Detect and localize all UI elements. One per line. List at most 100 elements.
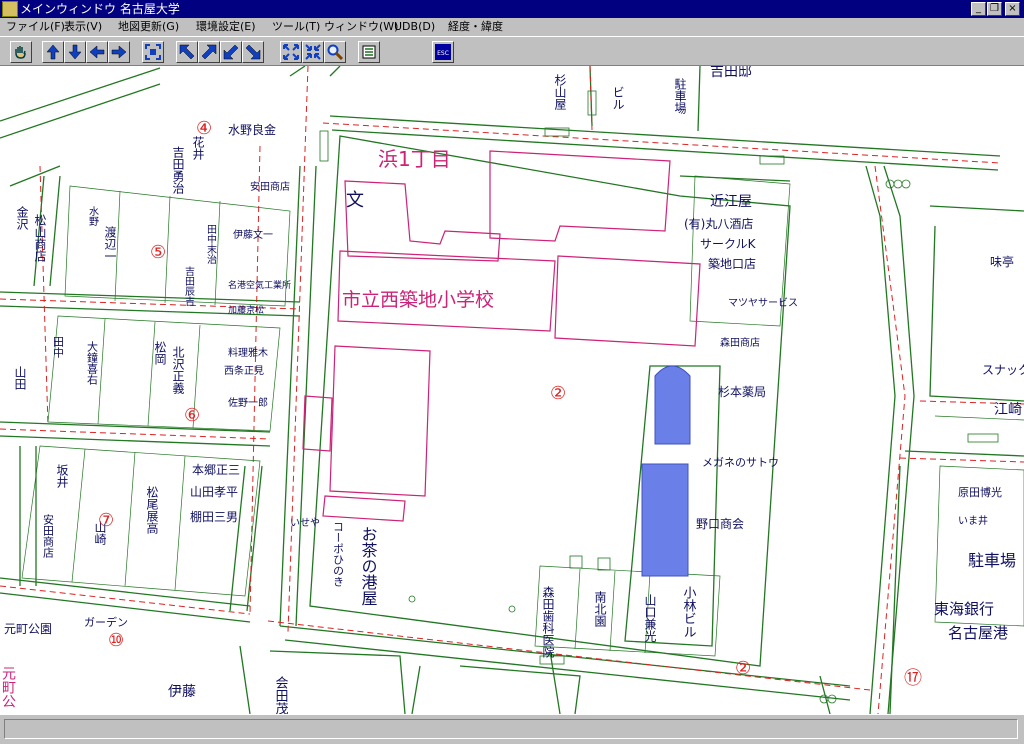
map-label: 会田茂樹 (273, 676, 289, 714)
roads (0, 66, 1024, 714)
map-label: 江崎 (994, 402, 1022, 418)
minimize-button[interactable]: _ (971, 2, 986, 16)
scroll-left-button[interactable] (86, 41, 108, 63)
scroll-right-button[interactable] (108, 41, 130, 63)
menu-bar: ファイル(F) 表示(V) 地図更新(G) 環境設定(E) ツール(T) ウィン… (0, 18, 1024, 36)
app-icon[interactable] (2, 1, 18, 17)
map-label: 味亭 (990, 254, 1014, 269)
map-label: 松山商店 (33, 214, 47, 262)
menu-latlon[interactable]: 経度・緯度 (448, 18, 503, 36)
map-label: 佐野一郎 (228, 396, 268, 409)
map-label: (有)丸八酒店 (684, 217, 753, 231)
arrow-down-icon (68, 44, 82, 60)
arrow-left-icon (89, 45, 105, 59)
magnifier-button[interactable] (324, 41, 346, 63)
map-label: 坂井 (55, 464, 69, 489)
menu-view[interactable]: 表示(V) (64, 18, 102, 36)
arrow-up-right-icon (201, 44, 217, 60)
map-label: 原田博光 (958, 485, 1002, 499)
map-label: 田中 (52, 336, 65, 358)
zoom-in-button[interactable] (280, 41, 302, 63)
map-label: 料理雅木 (228, 346, 268, 359)
map-label: 安田商店 (250, 180, 290, 193)
arrow-down-left-icon (223, 44, 239, 60)
arrow-right-icon (111, 45, 127, 59)
menu-settings[interactable]: 環境設定(E) (196, 18, 256, 36)
map-label: 杉本薬局 (718, 385, 766, 399)
status-bar (0, 714, 1024, 744)
map-label: いま井 (958, 514, 988, 527)
block-number: ⑩ (108, 630, 124, 651)
esc-icon: ESC (435, 44, 451, 60)
arrow-down-right-icon (245, 44, 261, 60)
map-label: 松尾展高 (145, 486, 159, 535)
map-label: メガネのサトウ (702, 456, 779, 469)
restore-button[interactable]: ❐ (987, 2, 1002, 16)
arrow-up-icon (46, 44, 60, 60)
map-label: 棚田三男 (190, 509, 238, 524)
hand-icon (15, 46, 26, 59)
school-symbol: 文 (346, 190, 364, 211)
block-number: ② (550, 383, 566, 404)
magnifier-icon (327, 44, 343, 60)
map-label: 森田商店 (720, 336, 760, 349)
zoom-out-button[interactable] (302, 41, 324, 63)
zoom-in-icon (283, 44, 299, 60)
menu-udb[interactable]: UDB(D) (394, 18, 435, 36)
map-label: 名港空気工業所 (228, 279, 291, 291)
fit-view-button[interactable] (142, 41, 164, 63)
map-label: お茶の港屋 (359, 526, 378, 606)
block-number: ② (735, 658, 751, 679)
map-label: 野口商会 (696, 516, 744, 531)
menu-map-update[interactable]: 地図更新(G) (118, 18, 179, 36)
map-label: 伊藤文一 (233, 228, 273, 241)
map-label: マツヤサービス (728, 297, 798, 309)
block-number: ⑰ (904, 668, 922, 689)
pan-hand-button[interactable] (10, 41, 32, 63)
scroll-up-button[interactable] (42, 41, 64, 63)
zoom-out-icon (305, 44, 321, 60)
arrow-up-left-icon (179, 44, 195, 60)
map-view[interactable]: 水野良金 安田商店 近江屋 (有)丸八酒店 サークルK 築地口店 伊藤文一 田中… (0, 66, 1024, 714)
map-label: いせや (290, 517, 320, 529)
lot-lines (21, 175, 1024, 657)
scroll-down-button[interactable] (64, 41, 86, 63)
map-label: 森田歯科医院 (541, 585, 555, 658)
scroll-down-right-button[interactable] (242, 41, 264, 63)
map-label: 本郷正三 (192, 463, 240, 477)
map-label: 山口兼光 (643, 594, 657, 642)
block-number: ⑦ (98, 510, 114, 531)
map-label: 近江屋 (710, 194, 752, 210)
layers-button[interactable] (358, 41, 380, 63)
map-label: 田中末治 (205, 224, 217, 265)
map-label: スナック (982, 363, 1024, 377)
status-panel (4, 719, 1018, 739)
map-label: 吉田勇治 (171, 146, 185, 194)
scroll-up-right-button[interactable] (198, 41, 220, 63)
close-button[interactable]: × (1005, 2, 1020, 16)
map-text-labels: 水野良金 安田商店 近江屋 (有)丸八酒店 サークルK 築地口店 伊藤文一 田中… (0, 66, 1024, 714)
map-label: 元町公園 (4, 622, 52, 636)
map-label: 東海銀行 (934, 600, 994, 618)
map-label: 築地口店 (708, 256, 756, 271)
toolbar: ESC (0, 36, 1024, 66)
map-canvas[interactable]: 水野良金 安田商店 近江屋 (有)丸八酒店 サークルK 築地口店 伊藤文一 田中… (0, 66, 1024, 714)
menu-tools[interactable]: ツール(T) (272, 18, 320, 36)
map-label: 渡辺一 (103, 225, 117, 262)
map-label: 金沢 (15, 205, 29, 231)
map-label: 北沢正義 (171, 346, 185, 394)
map-label: 小林ビル (681, 586, 697, 638)
map-label: 西条正見 (224, 364, 264, 377)
map-label: 南北園 (593, 590, 607, 627)
scroll-down-left-button[interactable] (220, 41, 242, 63)
boundaries (0, 66, 1024, 714)
map-label: 水野 (87, 206, 99, 226)
escape-button[interactable]: ESC (432, 41, 454, 63)
map-label: 山田 (13, 366, 27, 390)
menu-file[interactable]: ファイル(F) (6, 18, 65, 36)
scroll-up-left-button[interactable] (176, 41, 198, 63)
district-label: 浜1丁目 (378, 147, 451, 171)
title-bar: メインウィンドウ 名古屋大学 _ ❐ × (0, 0, 1024, 18)
map-label: サークルK (700, 237, 757, 251)
menu-window[interactable]: ウィンドウ(W) (324, 18, 398, 36)
